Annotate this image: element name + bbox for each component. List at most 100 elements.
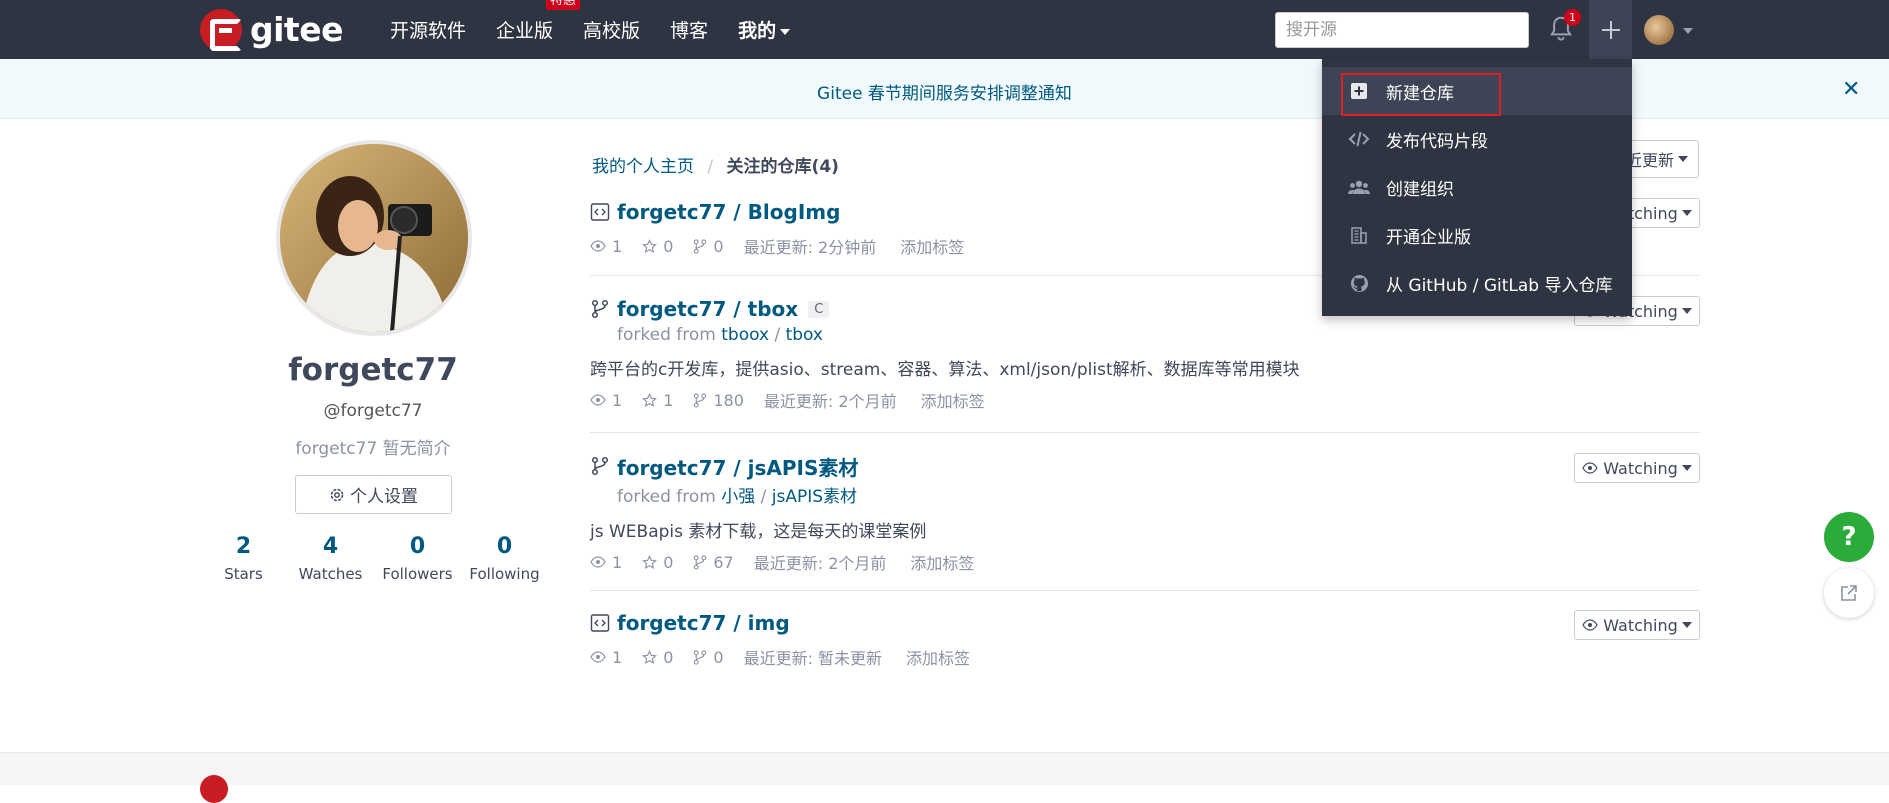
divider	[590, 432, 1700, 433]
building-icon	[1348, 224, 1370, 246]
watchers-count[interactable]: 1	[590, 391, 622, 410]
nav-education[interactable]: 高校版	[583, 16, 640, 43]
forks-count[interactable]: 0	[693, 237, 724, 256]
menu-item-publish-snippet[interactable]: 发布代码片段	[1322, 115, 1632, 163]
close-icon[interactable]: ✕	[1842, 77, 1860, 102]
menu-item-import-repo[interactable]: 从 GitHub / GitLab 导入仓库	[1322, 259, 1632, 307]
forked-from: forked from 小强 / jsAPIS素材	[617, 487, 858, 507]
fork-icon	[694, 554, 707, 570]
eye-icon	[590, 240, 606, 252]
avatar-chevron-down-icon[interactable]	[1683, 28, 1693, 34]
profile-bio: forgetc77 暂无简介	[295, 439, 451, 459]
chevron-down-icon	[780, 28, 791, 35]
fork-icon	[591, 456, 609, 476]
stat-label: Watches	[298, 565, 363, 583]
eye-icon	[590, 394, 606, 406]
star-icon	[642, 238, 658, 253]
stat-value: 0	[496, 534, 513, 559]
stat-watches[interactable]: 4 Watches	[287, 534, 374, 583]
chevron-down-icon	[1678, 156, 1688, 162]
stat-label: Stars	[224, 565, 263, 583]
menu-item-enterprise[interactable]: 开通企业版	[1322, 211, 1632, 259]
add-tag-link[interactable]: 添加标签	[900, 234, 964, 258]
code-icon	[1348, 128, 1370, 150]
divider	[590, 590, 1700, 591]
watch-button[interactable]: Watching	[1574, 610, 1700, 640]
forks-count[interactable]: 0	[693, 648, 724, 667]
forked-owner-link[interactable]: tboox	[721, 325, 769, 345]
fork-icon	[694, 238, 707, 254]
repo-name-link[interactable]: forgetc77 / jsAPIS素材	[617, 452, 858, 481]
create-menu-button[interactable]	[1589, 0, 1632, 59]
repo-meta: 1 1 180 最近更新: 2个月前 添加标签	[590, 388, 1700, 412]
star-icon	[642, 554, 658, 569]
nav-blog[interactable]: 博客	[670, 16, 708, 43]
personal-settings-button[interactable]: 个人设置	[295, 475, 452, 514]
fork-icon	[694, 392, 707, 408]
repo-code-icon	[590, 614, 610, 632]
forked-owner-link[interactable]: 小强	[721, 487, 755, 507]
repo-description: 跨平台的c开发库，提供asio、stream、容器、算法、xml/json/pl…	[590, 360, 1300, 380]
fork-icon	[694, 649, 707, 665]
last-updated: 最近更新: 2个月前	[763, 392, 897, 411]
menu-item-create-org[interactable]: 创建组织	[1322, 163, 1632, 211]
gear-icon	[330, 488, 344, 501]
menu-item-label: 从 GitHub / GitLab 导入仓库	[1386, 275, 1613, 296]
repo-name-link[interactable]: forgetc77 / BlogImg	[617, 200, 840, 224]
stat-following[interactable]: 0 Following	[461, 534, 548, 583]
watch-button[interactable]: Watching	[1574, 453, 1700, 483]
github-icon	[1348, 272, 1370, 294]
forked-repo-link[interactable]: tbox	[786, 325, 823, 345]
user-avatar-menu[interactable]	[1644, 15, 1674, 45]
notification-badge: 1	[1564, 9, 1581, 26]
help-button[interactable]: ?	[1824, 512, 1874, 562]
profile-avatar[interactable]	[276, 140, 472, 336]
watchers-count[interactable]: 1	[590, 553, 622, 572]
stars-count[interactable]: 0	[642, 648, 673, 667]
watchers-count[interactable]: 1	[590, 648, 622, 667]
sort-label: 近更新	[1625, 151, 1674, 170]
eye-icon	[1582, 462, 1598, 474]
stars-count[interactable]: 0	[642, 237, 673, 256]
breadcrumb-separator: /	[707, 157, 714, 177]
forked-repo-link[interactable]: jsAPIS素材	[772, 487, 857, 507]
main-nav: 开源软件 企业版 特惠 高校版 博客 我的	[390, 0, 820, 59]
nav-mine-label: 我的	[738, 20, 777, 42]
star-icon	[642, 649, 658, 664]
forks-count[interactable]: 180	[693, 391, 744, 410]
add-tag-link[interactable]: 添加标签	[910, 550, 974, 574]
avatar-photo	[280, 144, 468, 332]
logo-text: gitee	[250, 10, 343, 49]
gitee-logo[interactable]: gitee	[200, 8, 343, 51]
repo-name-link[interactable]: forgetc77 / img	[617, 611, 790, 635]
repo-name-link[interactable]: forgetc77 / tbox	[617, 297, 798, 321]
repo-description: js WEBapis 素材下载，这是每天的课堂案例	[590, 522, 927, 542]
last-updated: 最近更新: 暂未更新	[743, 649, 883, 668]
forks-count[interactable]: 67	[693, 553, 734, 572]
last-updated: 最近更新: 2个月前	[753, 554, 887, 573]
star-icon	[642, 392, 658, 407]
breadcrumb-home-link[interactable]: 我的个人主页	[592, 157, 694, 177]
add-tag-link[interactable]: 添加标签	[906, 645, 970, 669]
stat-value: 2	[235, 534, 252, 559]
profile-handle: @forgetc77	[323, 401, 423, 421]
add-tag-link[interactable]: 添加标签	[921, 388, 985, 412]
stars-count[interactable]: 1	[642, 391, 673, 410]
nav-mine[interactable]: 我的	[738, 16, 791, 43]
stars-count[interactable]: 0	[642, 553, 673, 572]
nav-open-source[interactable]: 开源软件	[390, 16, 466, 43]
footer	[0, 752, 1889, 803]
repo-item: forgetc77 / img 1 0 0 最近更新: 暂未更新 添加标签	[590, 609, 1700, 669]
last-updated: 最近更新: 2分钟前	[743, 238, 877, 257]
highlight-annotation	[1341, 73, 1501, 116]
language-badge[interactable]: C	[808, 300, 830, 318]
forked-from: forked from tboox / tbox	[617, 325, 823, 345]
stat-stars[interactable]: 2 Stars	[200, 534, 287, 583]
nav-enterprise[interactable]: 企业版 特惠	[496, 0, 581, 43]
search-input[interactable]	[1275, 12, 1529, 48]
feedback-button[interactable]	[1824, 568, 1874, 618]
stat-followers[interactable]: 0 Followers	[374, 534, 461, 583]
gitee-logo-icon	[200, 775, 228, 803]
settings-label: 个人设置	[350, 487, 418, 507]
watchers-count[interactable]: 1	[590, 237, 622, 256]
